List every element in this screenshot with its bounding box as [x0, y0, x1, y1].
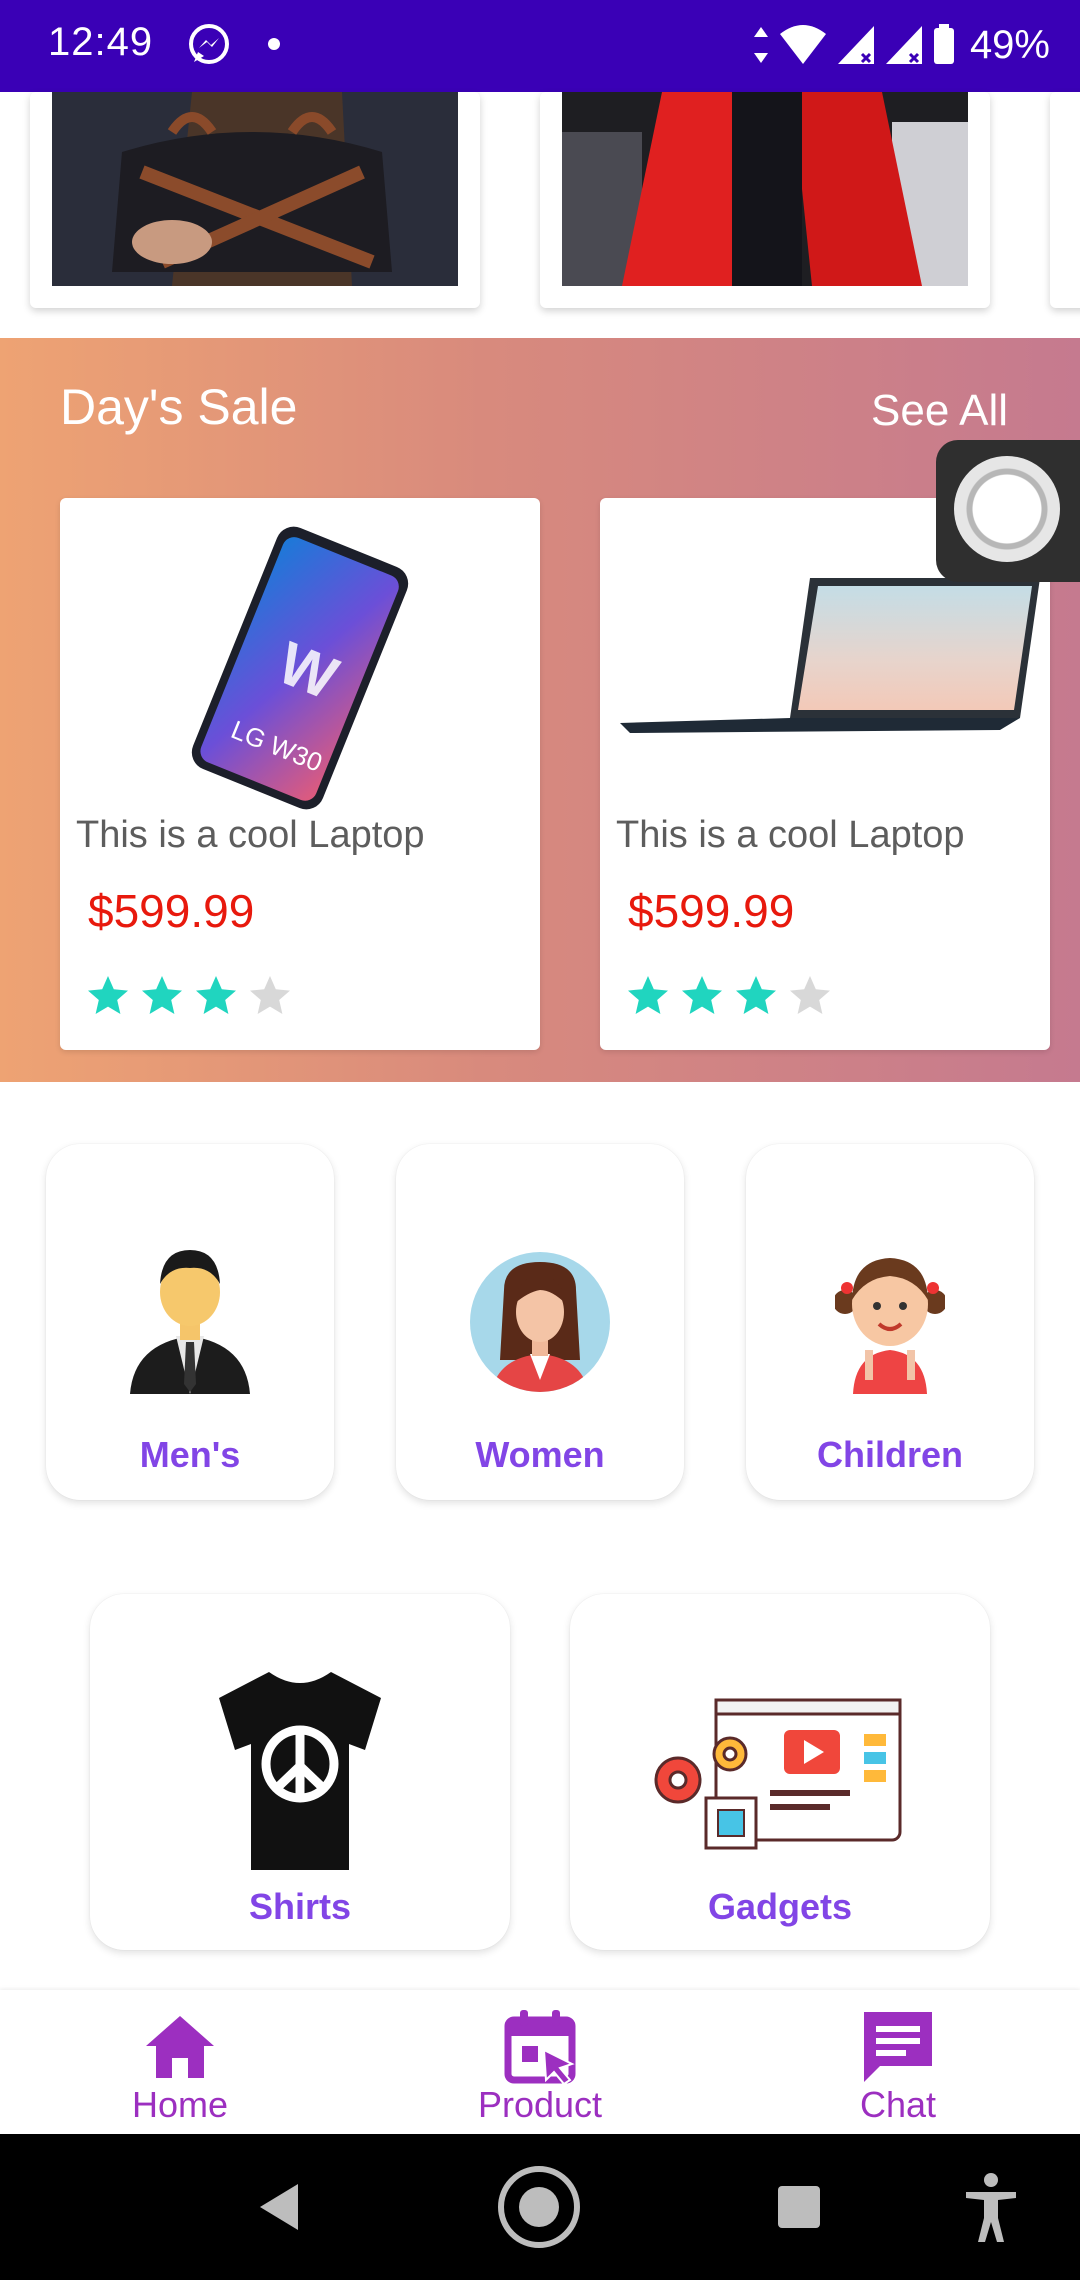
banner-card-coat[interactable] [540, 92, 990, 308]
star-filled-icon [196, 976, 236, 1014]
product-price: $599.99 [628, 885, 795, 937]
messenger-icon [189, 24, 229, 64]
category-shirts[interactable]: Shirts [90, 1594, 510, 1950]
category-children[interactable]: Children [746, 1144, 1034, 1500]
woman-icon [470, 1252, 610, 1392]
status-time: 12:49 [48, 20, 154, 64]
category-gadgets[interactable]: Gadgets [570, 1594, 990, 1950]
category-label: Men's [139, 1434, 241, 1475]
star-filled-icon [736, 976, 776, 1014]
nav-label: Home [131, 2084, 229, 2125]
category-label: Children [816, 1434, 963, 1475]
nav-item-home[interactable]: Home [80, 2002, 280, 2126]
notification-dot [268, 38, 280, 50]
child-icon [835, 1258, 945, 1394]
tshirt-icon [219, 1672, 381, 1870]
status-bar: 12:49 4 49% [0, 0, 1080, 92]
star-filled-icon [88, 976, 128, 1014]
signal-icon-2 [885, 26, 922, 64]
accessibility-icon[interactable] [948, 2164, 1034, 2250]
system-navigation-bar [0, 2134, 1080, 2280]
rating-stars [624, 972, 834, 1020]
category-women[interactable]: Women [396, 1144, 684, 1500]
banner-card-bag[interactable] [30, 92, 480, 308]
category-label: Gadgets [707, 1886, 853, 1927]
home-circle-icon[interactable] [496, 2164, 582, 2250]
see-all-link[interactable]: See All [871, 386, 1008, 436]
rating-stars [84, 972, 294, 1020]
app-screen: 12:49 4 49% Day's Sale See All W LG W30 … [0, 0, 1080, 2280]
battery-percent: 49% [969, 22, 1050, 67]
nav-item-chat[interactable]: Chat [798, 2002, 998, 2126]
battery-icon [933, 24, 954, 64]
banner-carousel[interactable] [0, 92, 1080, 332]
home-icon [146, 2016, 214, 2078]
nav-label: Product [477, 2084, 603, 2125]
nav-item-product[interactable]: Product [440, 2002, 640, 2126]
star-filled-icon [682, 976, 722, 1014]
star-filled-icon [142, 976, 182, 1014]
red-coat-banner-image [562, 92, 968, 286]
status-indicators: 4 49% [752, 20, 1050, 70]
chat-icon [864, 2012, 932, 2082]
star-empty-icon [250, 976, 290, 1014]
bag-banner-image [52, 92, 458, 286]
category-mens[interactable]: Men's [46, 1144, 334, 1500]
category-label: Shirts [248, 1886, 352, 1927]
phone-icon: W LG W30 [191, 526, 409, 810]
signal-icon [837, 26, 874, 64]
bottom-navigation: Home Product Chat [0, 1990, 1080, 2134]
star-empty-icon [790, 976, 830, 1014]
product-name: This is a cool Laptop [76, 814, 425, 856]
gadgets-icon [654, 1698, 902, 1850]
calendar-cursor-icon [504, 2010, 576, 2086]
assistive-ring-icon [954, 456, 1060, 562]
data-arrows-icon [753, 27, 768, 63]
assistive-touch-button[interactable] [936, 440, 1080, 582]
star-filled-icon [628, 976, 668, 1014]
category-label: Women [475, 1434, 605, 1475]
days-sale-title: Day's Sale [60, 379, 298, 435]
banner-card-next[interactable] [1050, 92, 1080, 308]
nav-label: Chat [859, 2084, 937, 2125]
product-name: This is a cool Laptop [616, 814, 965, 856]
product-price: $599.99 [88, 885, 255, 937]
recents-icon[interactable] [756, 2164, 842, 2250]
days-sale-section: Day's Sale See All W LG W30 This is a co… [0, 338, 1080, 1082]
product-card[interactable]: W LG W30 This is a cool Laptop $599.99 [60, 498, 540, 1050]
svg-text:4: 4 [808, 49, 817, 66]
man-icon [130, 1250, 250, 1394]
wifi-icon: 4 [779, 25, 826, 66]
back-icon[interactable] [236, 2164, 322, 2250]
